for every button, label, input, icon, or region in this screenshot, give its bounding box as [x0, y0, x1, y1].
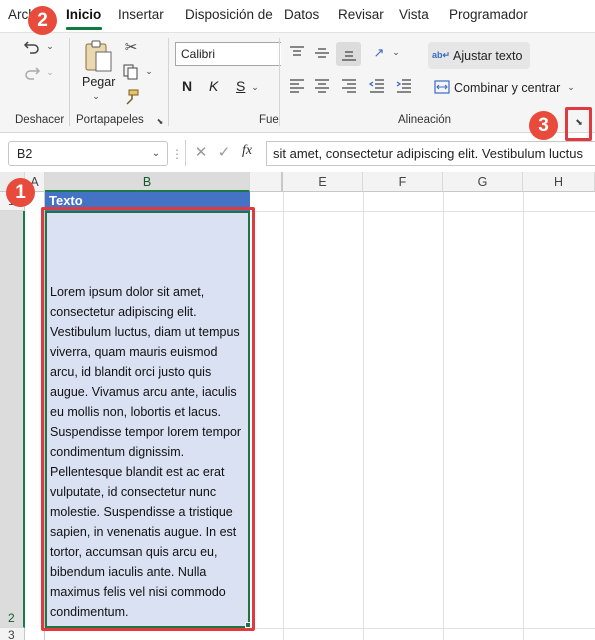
- merge-dropdown-icon[interactable]: ⌄: [566, 82, 576, 92]
- redo-dropdown-icon[interactable]: ⌄: [44, 66, 56, 78]
- orientation-icon[interactable]: ↗: [368, 43, 390, 63]
- tab-inicio[interactable]: Inicio: [66, 7, 101, 22]
- grid-line: [250, 628, 595, 629]
- active-tab-underline: [66, 27, 102, 30]
- callout-badge-1: 1: [6, 178, 35, 207]
- tab-disposicion[interactable]: Disposición de: [185, 7, 273, 22]
- clipboard-launcher-icon[interactable]: ⬊: [155, 116, 165, 126]
- column-header-b[interactable]: B: [45, 172, 250, 192]
- undo-group-label: Deshacer: [15, 114, 65, 126]
- grid-line: [443, 192, 444, 640]
- bold-button[interactable]: N: [182, 78, 192, 94]
- row-header-2[interactable]: 2: [0, 211, 25, 628]
- hidden-columns-marker[interactable]: [250, 172, 283, 192]
- column-header-g[interactable]: G: [443, 172, 523, 192]
- wrap-text-icon: ab↵: [431, 49, 451, 60]
- underline-dropdown-icon[interactable]: ⌄: [250, 82, 260, 92]
- callout-badge-2: 2: [28, 6, 57, 35]
- tab-vista[interactable]: Vista: [399, 7, 429, 22]
- copy-icon[interactable]: [122, 63, 140, 81]
- undo-icon[interactable]: [22, 37, 42, 57]
- formula-divider: [185, 140, 186, 166]
- tab-programador[interactable]: Programador: [449, 7, 528, 22]
- underline-button[interactable]: S: [236, 78, 245, 94]
- cancel-entry-icon[interactable]: ✕: [193, 143, 209, 161]
- insert-function-icon[interactable]: fx: [242, 143, 252, 159]
- callout-highlight-cell: [41, 207, 255, 631]
- wrap-text-label: Ajustar texto: [453, 49, 523, 63]
- paste-dropdown-icon[interactable]: ⌄: [90, 91, 102, 101]
- group-divider: [69, 38, 70, 126]
- grid-line: [523, 192, 524, 640]
- column-header-f[interactable]: F: [363, 172, 443, 192]
- cut-icon[interactable]: ✂: [122, 38, 140, 56]
- paste-icon[interactable]: [82, 38, 114, 74]
- undo-dropdown-icon[interactable]: ⌄: [44, 40, 56, 52]
- align-left-icon[interactable]: [288, 77, 306, 95]
- callout-highlight-launcher: [565, 107, 592, 141]
- formula-input[interactable]: sit amet, consectetur adipiscing elit. V…: [266, 141, 595, 166]
- column-header-e[interactable]: E: [283, 172, 363, 192]
- redo-icon[interactable]: [22, 63, 42, 83]
- align-bottom-icon[interactable]: [340, 45, 358, 63]
- paste-label[interactable]: Pegar: [82, 75, 115, 89]
- tab-datos[interactable]: Datos: [284, 7, 319, 22]
- grid-line: [250, 211, 595, 212]
- orientation-dropdown-icon[interactable]: ⌄: [391, 47, 401, 57]
- group-divider: [168, 38, 169, 126]
- align-right-icon[interactable]: [340, 77, 358, 95]
- align-middle-icon[interactable]: [313, 44, 331, 62]
- italic-button[interactable]: K: [209, 78, 218, 94]
- align-center-icon[interactable]: [313, 77, 331, 95]
- group-divider: [279, 38, 280, 126]
- clipboard-group-label: Portapapeles: [76, 114, 144, 126]
- merge-center-label[interactable]: Combinar y centrar: [454, 81, 560, 95]
- align-top-icon[interactable]: [288, 44, 306, 62]
- grid-line: [283, 192, 284, 640]
- font-name-input[interactable]: Calibri: [175, 42, 281, 66]
- callout-badge-3: 3: [529, 111, 558, 140]
- increase-indent-icon[interactable]: [395, 77, 413, 95]
- font-group-label: Fue: [259, 114, 279, 126]
- copy-dropdown-icon[interactable]: ⌄: [144, 66, 154, 76]
- column-header-h[interactable]: H: [523, 172, 595, 192]
- confirm-entry-icon[interactable]: ✓: [216, 143, 232, 161]
- decrease-indent-icon[interactable]: [368, 77, 386, 95]
- format-painter-icon[interactable]: [122, 88, 140, 106]
- tab-insertar[interactable]: Insertar: [118, 7, 164, 22]
- tab-revisar[interactable]: Revisar: [338, 7, 384, 22]
- row-header-3[interactable]: 3: [0, 628, 25, 640]
- alignment-group-label: Alineación: [398, 114, 452, 126]
- grid-line: [363, 192, 364, 640]
- name-box-dropdown-icon[interactable]: ⌄: [150, 147, 162, 159]
- merge-center-icon[interactable]: [433, 79, 451, 95]
- name-box[interactable]: B2: [8, 141, 168, 166]
- splitter-handle-icon[interactable]: ⋮: [171, 144, 183, 164]
